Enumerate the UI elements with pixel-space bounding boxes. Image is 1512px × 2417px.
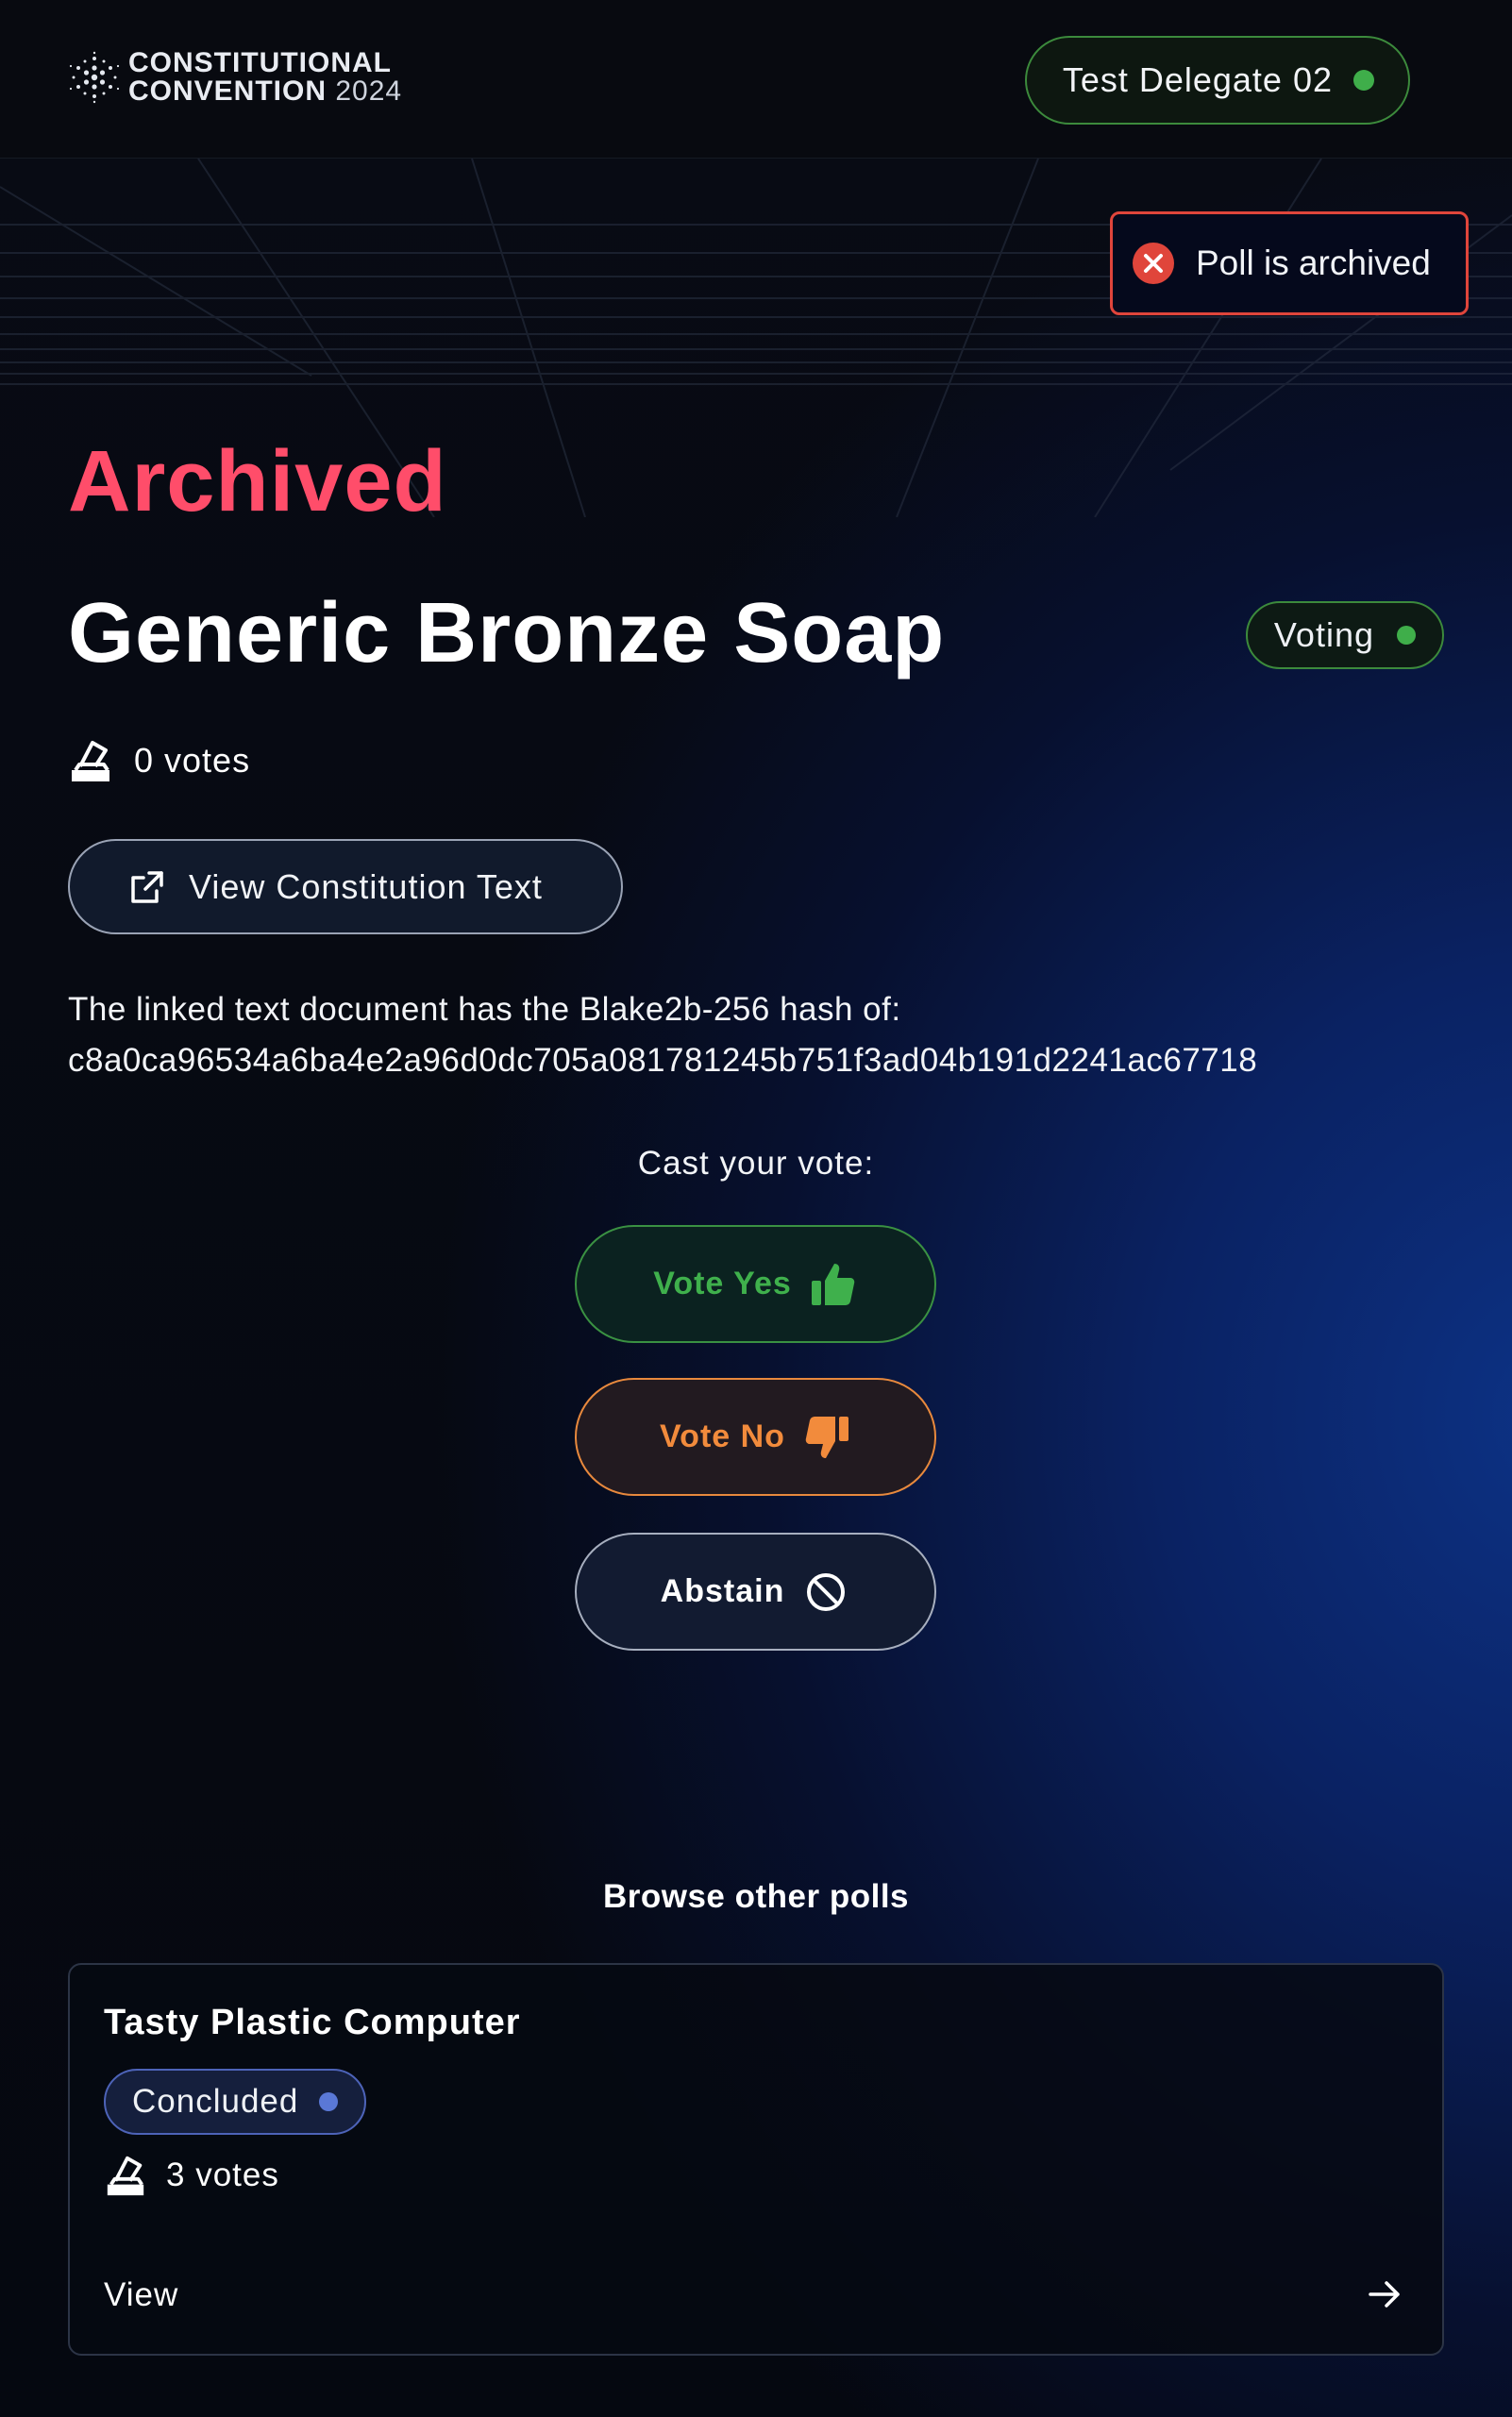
toast-message: Poll is archived (1196, 243, 1431, 282)
error-toast[interactable]: Poll is archived (1110, 211, 1469, 315)
convention-logo[interactable]: CONSTITUTIONAL CONVENTION 2024 (68, 49, 402, 106)
document-hash: c8a0ca96534a6ba4e2a96d0dc705a081781245b7… (68, 1042, 1258, 1079)
delegate-account-button[interactable]: Test Delegate 02 (1024, 36, 1410, 125)
poll-title: Generic Bronze Soap (68, 586, 946, 680)
browse-other-polls-heading: Browse other polls (602, 1878, 910, 1915)
voting-status-dot (1397, 626, 1416, 645)
hash-intro-text: The linked text document has the Blake2b… (68, 991, 901, 1028)
vote-yes-label: Vote Yes (653, 1266, 792, 1301)
abstain-label: Abstain (660, 1573, 785, 1609)
poll-card[interactable]: Tasty Plastic Computer Concluded 3 votes… (68, 1963, 1444, 2356)
vote-count-label: 0 votes (134, 741, 251, 780)
vote-yes-button[interactable]: Vote Yes (575, 1225, 936, 1343)
top-header: CONSTITUTIONAL CONVENTION 2024 Test Dele… (0, 0, 1512, 159)
error-icon (1133, 243, 1174, 284)
abstain-button[interactable]: Abstain (575, 1533, 936, 1651)
poll-card-title: Tasty Plastic Computer (104, 2003, 521, 2042)
view-constitution-text-label: View Constitution Text (189, 866, 543, 906)
poll-card-vote-count: 3 votes (104, 2154, 279, 2197)
thumbs-up-icon (811, 1263, 855, 1305)
vote-no-label: Vote No (660, 1418, 785, 1454)
poll-status-label: Voting (1273, 615, 1374, 654)
poll-page: CONSTITUTIONAL CONVENTION 2024 Test Dele… (0, 0, 1512, 2417)
logo-line2: CONVENTION 2024 (128, 77, 402, 106)
poll-status-badge: Voting (1245, 601, 1444, 669)
logo-text: CONSTITUTIONAL CONVENTION 2024 (128, 49, 402, 106)
concluded-status-dot (319, 2092, 339, 2111)
external-link-icon (131, 870, 163, 903)
thumbs-down-icon (805, 1416, 848, 1458)
prohibited-icon (807, 1572, 846, 1611)
arrow-right-icon[interactable] (1365, 2274, 1404, 2314)
vote-count: 0 votes (68, 738, 250, 783)
connected-status-dot (1353, 70, 1374, 91)
cast-vote-prompt: Cast your vote: (637, 1145, 875, 1182)
logo-line1: CONSTITUTIONAL (128, 47, 392, 78)
logo-line2-text: CONVENTION (128, 76, 328, 107)
cardano-logo-icon (69, 51, 120, 104)
vote-no-button[interactable]: Vote No (575, 1378, 936, 1496)
poll-card-status-label: Concluded (132, 2083, 299, 2120)
ballot-box-icon (72, 741, 109, 781)
delegate-name: Test Delegate 02 (1062, 60, 1333, 99)
ballot-box-icon (107, 2156, 144, 2196)
logo-year: 2024 (335, 76, 403, 107)
archived-heading: Archived (68, 433, 447, 529)
view-constitution-text-button[interactable]: View Constitution Text (68, 839, 623, 934)
poll-card-status-badge: Concluded (104, 2069, 367, 2135)
poll-card-view-link[interactable]: View (104, 2276, 178, 2314)
poll-card-votes-label: 3 votes (166, 2157, 279, 2193)
